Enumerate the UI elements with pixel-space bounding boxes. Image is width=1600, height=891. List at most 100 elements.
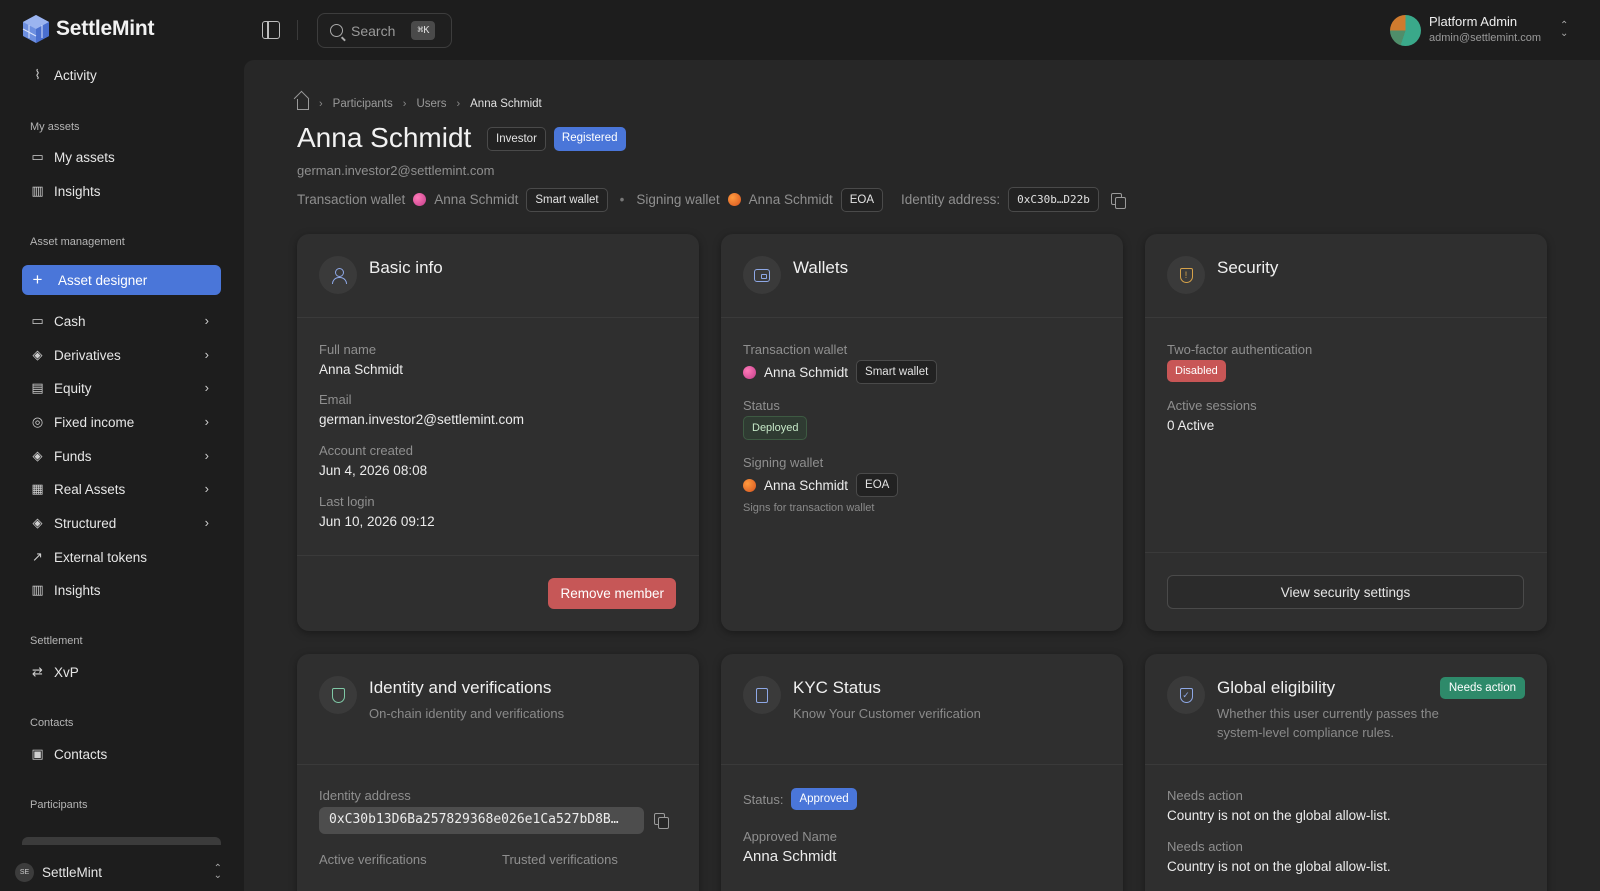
search-button[interactable]: Search ⌘K	[317, 13, 452, 48]
identity-address-label: Identity address	[319, 788, 411, 803]
wallets-card: Wallets Transaction wallet Anna Schmidt …	[721, 234, 1123, 631]
chevron-right-icon: ›	[204, 481, 209, 496]
full-name-value: Anna Schmidt	[319, 362, 404, 377]
needs-action-badge: Needs action	[1439, 677, 1525, 699]
created-label: Account created	[319, 443, 413, 458]
transaction-wallet-name[interactable]: Anna Schmidt	[434, 192, 518, 207]
card-title: Basic info	[369, 258, 443, 277]
view-security-settings-button[interactable]: View security settings	[1167, 575, 1524, 609]
sidebar-toggle-icon[interactable]	[262, 21, 280, 39]
sessions-label: Active sessions	[1167, 398, 1257, 413]
workspace-avatar: SE	[15, 862, 34, 882]
eligibility-item-label: Needs action	[1167, 839, 1243, 854]
sidebar-item-participants-active[interactable]	[22, 837, 221, 845]
sidebar-item-label: Real Assets	[54, 481, 126, 497]
card-icon: ▭	[31, 313, 44, 328]
breadcrumb-users[interactable]: Users	[416, 98, 446, 110]
chevron-right-icon: ›	[204, 380, 209, 395]
card-description: Know Your Customer verification	[793, 706, 981, 721]
chevron-right-icon: ›	[204, 515, 209, 530]
chevron-right-icon: ›	[204, 347, 209, 362]
settlemint-logo-icon	[22, 15, 49, 43]
separator-dot: •	[619, 192, 625, 207]
security-card: ! Security Two-factor authentication Dis…	[1145, 234, 1547, 631]
kyc-card: KYC Status Know Your Customer verificati…	[721, 654, 1123, 891]
kyc-status-label: Status:	[743, 791, 784, 807]
sidebar-item-insights[interactable]: ▥ Insights	[22, 575, 221, 605]
shield-check-icon: ✓	[1167, 676, 1205, 714]
section-contacts: Contacts	[30, 717, 74, 729]
copy-icon[interactable]	[654, 813, 669, 829]
layers-icon: ◈	[32, 515, 43, 530]
sidebar-item-fixed-income[interactable]: ◎ Fixed income ›	[22, 407, 221, 437]
avatar	[1390, 14, 1421, 46]
card-title: Global eligibility	[1217, 678, 1336, 697]
card-description: On-chain identity and verifications	[369, 706, 565, 721]
layers-icon: ◈	[32, 448, 43, 463]
sidebar-item-label: External tokens	[54, 549, 148, 565]
sidebar-item-label: Insights	[54, 183, 101, 199]
shield-icon	[319, 676, 357, 714]
breadcrumb: › Participants › Users › Anna Schmidt	[297, 98, 542, 110]
two-factor-label: Two-factor authentication	[1167, 342, 1313, 357]
sidebar-item-real-assets[interactable]: ▦ Real Assets ›	[22, 474, 221, 504]
transaction-wallet-label: Transaction wallet	[297, 192, 406, 207]
brand-name: SettleMint	[56, 17, 155, 40]
sidebar-item-structured[interactable]: ◈ Structured ›	[22, 508, 221, 538]
layers-icon: ◈	[32, 347, 43, 362]
sidebar-item-my-assets[interactable]: ▭ My assets	[22, 142, 221, 172]
sidebar-item-activity[interactable]: ⌇ Activity	[22, 60, 221, 90]
card-title: Security	[1217, 258, 1279, 277]
sidebar-item-label: Activity	[54, 67, 97, 83]
piggy-bank-icon: ◎	[31, 414, 44, 429]
sidebar-item-label: Cash	[54, 313, 86, 329]
workspace-switcher[interactable]: SE SettleMint ⌃ ⌄	[15, 857, 230, 887]
card-title: Identity and verifications	[369, 678, 552, 697]
sidebar-item-funds[interactable]: ◈ Funds ›	[22, 441, 221, 471]
sidebar-item-insights-top[interactable]: ▥ Insights	[22, 176, 221, 206]
signing-wallet-name[interactable]: Anna Schmidt	[764, 478, 848, 493]
remove-member-button[interactable]: Remove member	[548, 578, 676, 609]
document-user-icon	[743, 676, 781, 714]
user-email: admin@settlemint.com	[1429, 32, 1542, 44]
breadcrumb-current: Anna Schmidt	[470, 98, 542, 110]
sidebar-item-asset-designer[interactable]: + Asset designer	[22, 265, 221, 295]
breadcrumb-participants[interactable]: Participants	[333, 98, 393, 110]
sidebar-item-xvp[interactable]: ⇄ XvP	[22, 657, 221, 687]
brand-logo[interactable]: SettleMint	[22, 14, 155, 44]
building-icon: ▦	[31, 481, 44, 496]
sidebar-item-equity[interactable]: ▤ Equity ›	[22, 373, 221, 403]
wallet-avatar-icon	[727, 193, 741, 206]
transaction-wallet-name[interactable]: Anna Schmidt	[764, 365, 848, 380]
active-verifications-label: Active verifications	[319, 852, 427, 867]
contact-book-icon: ▣	[31, 746, 44, 761]
sidebar-item-contacts[interactable]: ▣ Contacts	[22, 739, 221, 769]
identity-address-label: Identity address:	[901, 192, 1001, 207]
last-login-label: Last login	[319, 494, 375, 509]
signing-wallet-label: Signing wallet	[743, 455, 824, 470]
copy-icon[interactable]	[1110, 192, 1126, 209]
trusted-verifications-label: Trusted verifications	[502, 852, 618, 867]
activity-icon: ⌇	[34, 67, 41, 82]
sidebar-item-label: Asset designer	[58, 272, 148, 288]
wallet-type-badge: EOA	[856, 473, 899, 497]
wallet-type-badge: Smart wallet	[856, 360, 938, 384]
home-icon[interactable]	[297, 98, 309, 110]
user-menu[interactable]: Platform Admin admin@settlemint.com	[1390, 14, 1541, 46]
signing-wallet-row: Anna Schmidt EOA	[743, 473, 899, 497]
chevron-up-down-icon[interactable]: ⌃ ⌄	[1560, 21, 1568, 39]
identity-address-field[interactable]: 0xC30b13D6Ba257829368e026e1Ca527bD8B…	[319, 807, 644, 834]
sidebar-item-label: Fixed income	[54, 414, 135, 430]
sidebar-item-derivatives[interactable]: ◈ Derivatives ›	[22, 340, 221, 370]
wallet-icon	[743, 256, 781, 294]
wallet-icon: ▭	[31, 149, 44, 164]
signing-wallet-label: Signing wallet	[636, 192, 720, 207]
sidebar-item-cash[interactable]: ▭ Cash ›	[22, 306, 221, 336]
card-divider	[297, 555, 699, 556]
sidebar-item-label: XvP	[54, 664, 79, 680]
sidebar-item-external-tokens[interactable]: ↗ External tokens	[22, 542, 221, 572]
signing-wallet-name[interactable]: Anna Schmidt	[749, 192, 833, 207]
transaction-wallet-row: Anna Schmidt Smart wallet	[743, 360, 938, 384]
eligibility-item-label: Needs action	[1167, 788, 1243, 803]
chevron-right-icon: ›	[402, 98, 407, 110]
